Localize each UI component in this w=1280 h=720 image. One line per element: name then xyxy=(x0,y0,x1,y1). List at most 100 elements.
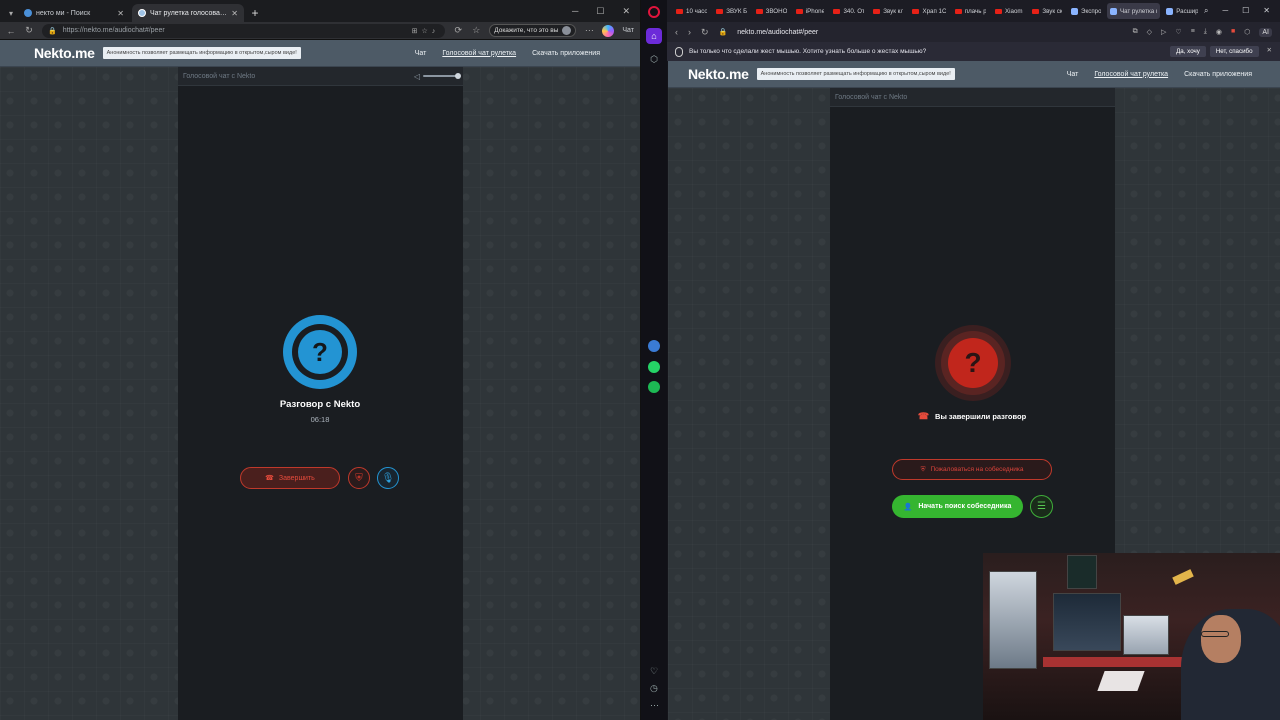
tab-item[interactable]: Xiaomi xyxy=(992,3,1026,19)
back-icon[interactable]: ‹ xyxy=(675,27,678,37)
infobar-no-button[interactable]: Нет, спасибо xyxy=(1209,46,1259,57)
new-tab-button[interactable]: + xyxy=(246,4,264,22)
close-window-icon[interactable]: ✕ xyxy=(622,6,630,17)
wallet-icon[interactable]: ◇ xyxy=(1147,28,1152,37)
close-tab-icon[interactable]: ✕ xyxy=(231,9,238,18)
youtube-icon xyxy=(716,8,724,14)
question-mark-icon: ? xyxy=(298,330,342,374)
url-text[interactable]: nekto.me/audiochat#/peer xyxy=(737,29,818,36)
copilot-label[interactable]: Чат xyxy=(622,27,634,34)
extensions-icon[interactable]: ⟳ xyxy=(453,25,463,36)
close-infobar-icon[interactable]: ✕ xyxy=(1267,46,1272,57)
close-window-icon[interactable]: ✕ xyxy=(1263,6,1270,16)
site-logo[interactable]: Nekto.me xyxy=(688,66,749,82)
heart-icon[interactable]: ♡ xyxy=(1175,28,1181,37)
report-peer-button[interactable]: ⛨ Пожаловаться на собеседника xyxy=(892,459,1052,480)
hang-up-icon: ☎ xyxy=(917,411,930,421)
hang-up-icon: ☎ xyxy=(265,475,274,482)
tab-item[interactable]: Звук кл xyxy=(870,3,906,19)
address-bar[interactable]: 🔒 https://nekto.me/audiochat#/peer ⊞☆♪ xyxy=(42,23,446,38)
copilot-icon[interactable] xyxy=(602,24,615,37)
end-call-button[interactable]: ☎ Завершить xyxy=(240,467,340,489)
profile-icon[interactable]: ◉ xyxy=(1216,28,1222,37)
opera-sidebar: ⌂ ⬡ xyxy=(641,0,667,720)
more-sidebar-icon[interactable]: ⋯ xyxy=(650,700,659,711)
forward-icon[interactable]: › xyxy=(688,27,691,37)
tab-item[interactable]: iPhone xyxy=(793,3,828,19)
tab-item[interactable]: ЗВОНО xyxy=(753,3,790,19)
refresh-icon[interactable]: ↻ xyxy=(701,27,709,38)
right-tab-strip: 10 часо ЗВУК Б ЗВОНО iPhone 340. От Звук… xyxy=(667,0,1280,22)
tab-title: Чат рулетка г xyxy=(1119,7,1158,15)
call-timer: 06:18 xyxy=(310,415,330,424)
start-search-button[interactable]: 👤 Начать поиск собеседника xyxy=(892,495,1023,518)
shield-icon: ⛨ xyxy=(920,465,926,473)
tab-item[interactable]: Звук ск xyxy=(1029,3,1065,19)
anonymity-notice: Анонимность позволяет размещать информац… xyxy=(102,47,301,59)
snapshot-icon[interactable]: ⧉ xyxy=(1133,28,1138,37)
report-peer-label: Пожаловаться на собеседника xyxy=(930,466,1024,473)
more-icon[interactable]: ⋯ xyxy=(584,25,594,36)
address-bar-icons[interactable]: ⊞☆♪ xyxy=(412,27,440,35)
tab-item[interactable]: 10 часо xyxy=(673,3,710,19)
whatsapp-icon[interactable] xyxy=(648,361,660,373)
download-icon[interactable]: ⤓ xyxy=(1204,28,1207,37)
refresh-icon[interactable]: ↻ xyxy=(24,25,34,36)
search-settings-button[interactable]: ☰ xyxy=(1030,495,1053,518)
left-site: Nekto.me Анонимность позволяет размещать… xyxy=(0,40,640,720)
nav-download-link[interactable]: Скачать приложения xyxy=(532,50,600,57)
minimize-icon[interactable]: ─ xyxy=(572,6,578,16)
background-monitor xyxy=(1123,615,1169,655)
volume-slider[interactable] xyxy=(423,73,461,79)
glasses xyxy=(1201,631,1229,637)
nav-chat-link[interactable]: Чат xyxy=(415,50,427,57)
peer-avatar: ? xyxy=(283,315,357,389)
nav-voice-roulette-link[interactable]: Голосовой чат рулетка xyxy=(442,50,516,57)
back-icon[interactable]: ← xyxy=(6,26,16,36)
tab-item[interactable]: Расшир xyxy=(1163,3,1201,19)
maximize-icon[interactable]: ☐ xyxy=(1242,6,1249,16)
profile-pill[interactable]: Докажите, что это вы xyxy=(489,24,577,37)
player-icon[interactable]: ▷ xyxy=(1161,28,1166,37)
tab-actions-icon[interactable]: ▾ xyxy=(4,4,18,22)
ai-button[interactable]: AI xyxy=(1259,27,1272,37)
tab-search[interactable]: некто ми - Поиск ✕ xyxy=(18,4,130,22)
minimize-icon[interactable]: ─ xyxy=(1222,6,1228,16)
nekto-favicon-icon xyxy=(138,9,146,17)
workspace-icon[interactable]: ⬡ xyxy=(650,54,658,65)
nav-voice-roulette-link[interactable]: Голосовой чат рулетка xyxy=(1094,71,1168,78)
home-icon[interactable]: ⌂ xyxy=(646,28,662,44)
maximize-icon[interactable]: ☐ xyxy=(596,6,604,17)
report-shield-button[interactable]: ⛨ xyxy=(348,467,370,489)
volume-control[interactable]: ◁ xyxy=(414,72,461,81)
spotify-icon[interactable] xyxy=(648,381,660,393)
tab-item[interactable]: плачь р xyxy=(952,3,989,19)
left-browser-window: ▾ некто ми - Поиск ✕ Чат рулетка голосов… xyxy=(0,0,640,720)
search-tabs-icon[interactable]: ⌕ xyxy=(1204,6,1208,16)
tab-item[interactable]: 340. От xyxy=(830,3,867,19)
tab-item[interactable]: Экспро xyxy=(1068,3,1104,19)
tab-item[interactable]: Храп 1С xyxy=(909,3,948,19)
nav-chat-link[interactable]: Чат xyxy=(1067,71,1079,78)
history-icon[interactable]: ◷ xyxy=(650,683,658,694)
tab-nekto[interactable]: Чат рулетка голосовая — Nekto ✕ xyxy=(132,4,244,22)
messenger-icon[interactable] xyxy=(648,340,660,352)
heart-icon[interactable]: ♡ xyxy=(650,666,658,677)
menu-icon[interactable]: ≡ xyxy=(1191,28,1195,37)
nav-download-link[interactable]: Скачать приложения xyxy=(1184,71,1252,78)
site-logo[interactable]: Nekto.me xyxy=(34,45,95,61)
infobar-yes-button[interactable]: Да, хочу xyxy=(1170,46,1206,57)
favorites-icon[interactable]: ☆ xyxy=(471,25,481,36)
opera-logo-icon[interactable] xyxy=(648,6,660,18)
microphone-button[interactable]: 🎙 xyxy=(377,467,399,489)
tab-title: ЗВОНО xyxy=(765,7,787,15)
background-monitor xyxy=(1067,555,1097,589)
extensions-icon[interactable]: ⬡ xyxy=(1244,28,1250,37)
streamer-head xyxy=(1201,615,1241,663)
window-controls: ⌕ ─ ☐ ✕ xyxy=(1204,6,1280,16)
tab-nekto-active[interactable]: Чат рулетка г xyxy=(1106,3,1161,19)
tab-item[interactable]: ЗВУК Б xyxy=(713,3,749,19)
youtube-icon xyxy=(755,8,763,14)
record-icon[interactable]: ■ xyxy=(1231,28,1235,37)
close-tab-icon[interactable]: ✕ xyxy=(117,9,124,18)
